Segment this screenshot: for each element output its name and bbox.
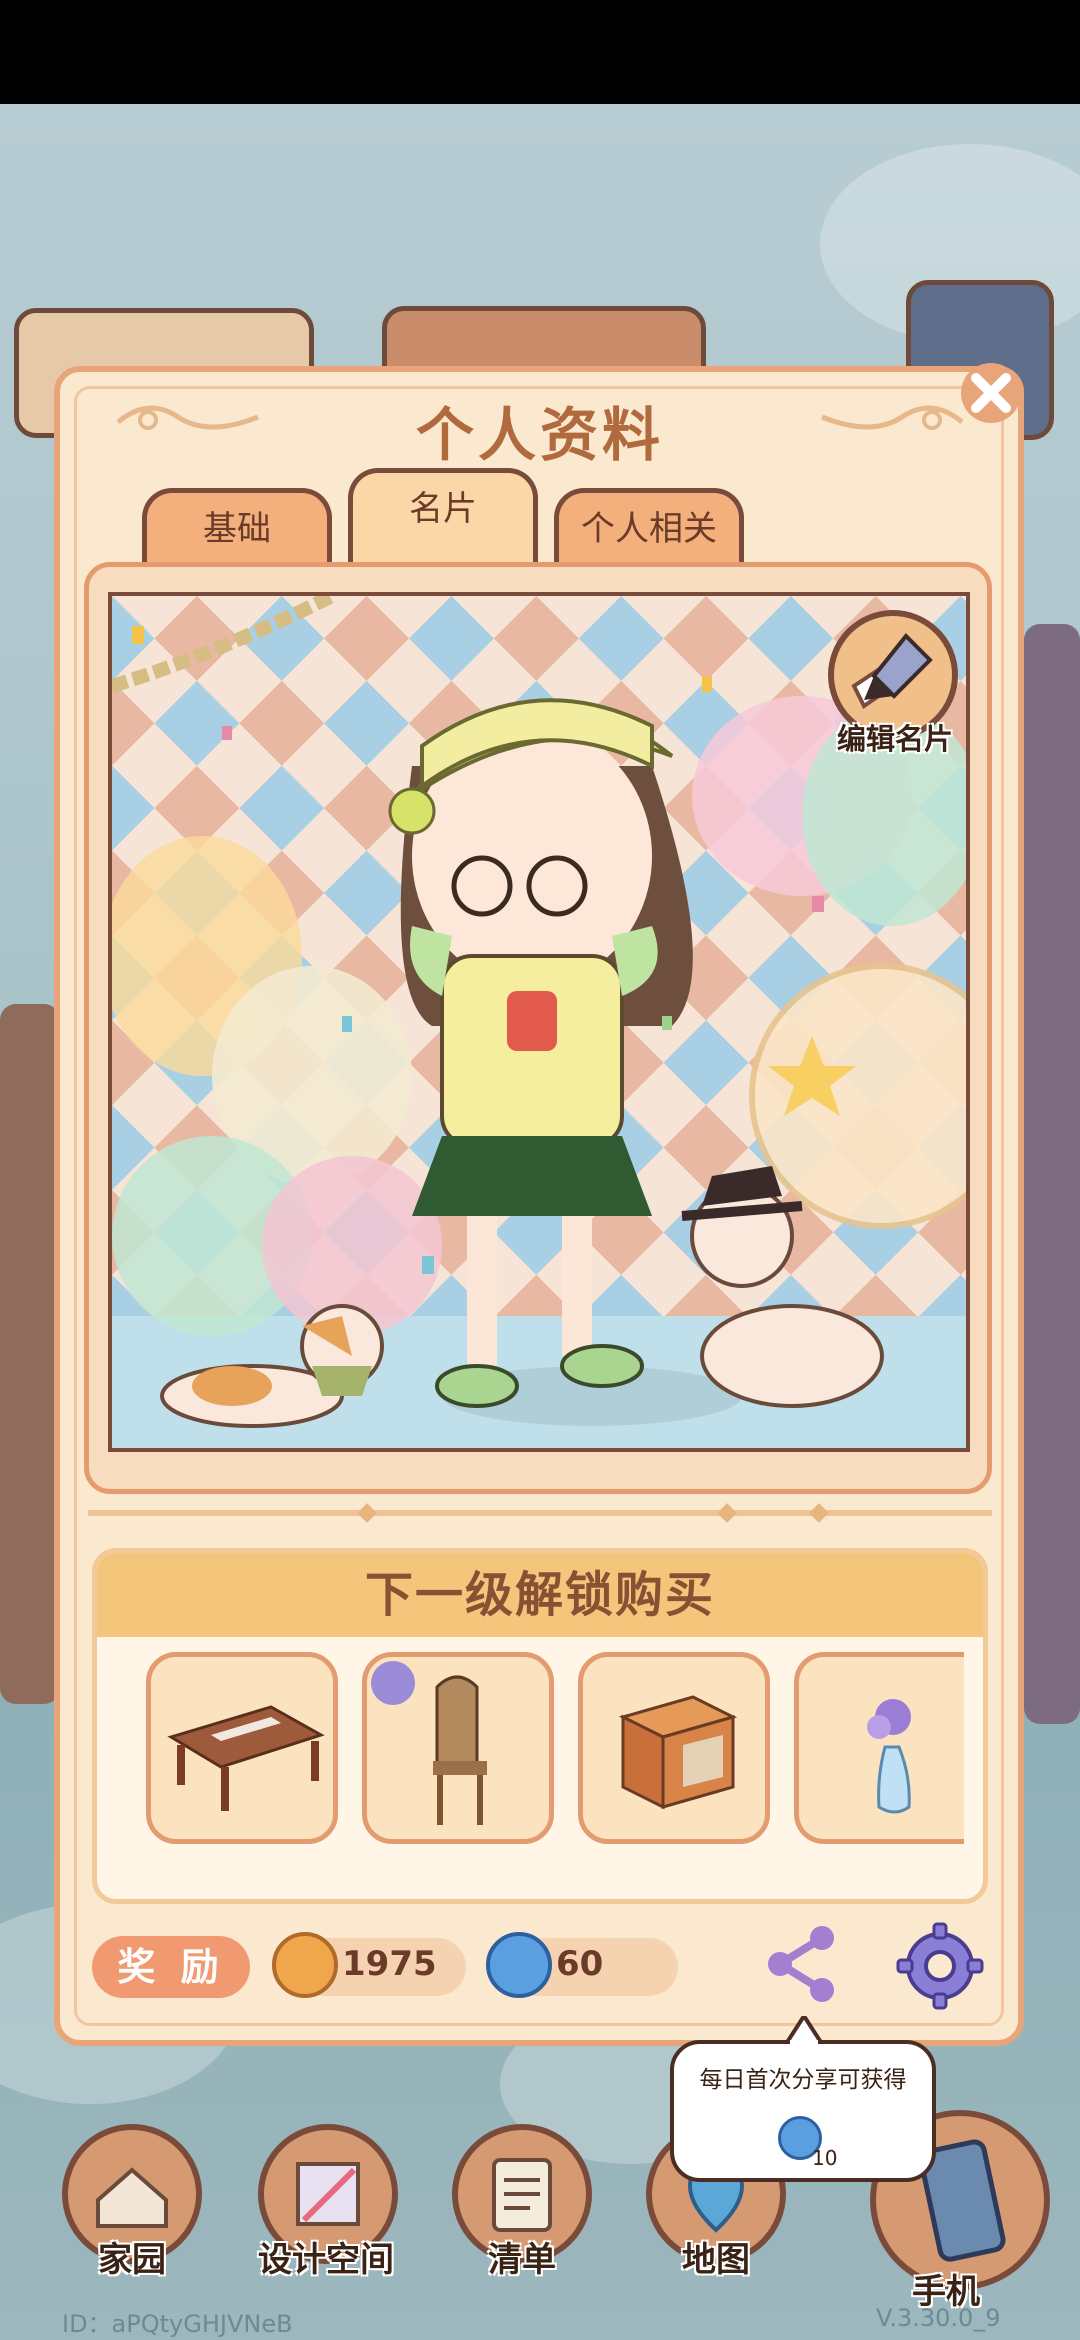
unlock-item[interactable] — [794, 1652, 964, 1844]
nav-list-label: 清单 — [488, 2240, 556, 2280]
gem-count: 60 — [556, 1944, 604, 1984]
tab-basic-label: 基础 — [203, 509, 271, 549]
side-building-left — [0, 1004, 60, 1704]
gear-icon[interactable] — [896, 1922, 984, 2010]
unlock-item[interactable] — [146, 1652, 338, 1844]
tooltip-pointer — [786, 2016, 822, 2044]
furniture-badge-icon — [371, 1661, 415, 1705]
tab-personal-label: 个人相关 — [581, 509, 717, 549]
coin-count: 1975 — [342, 1944, 437, 1984]
nav-home-label: 家园 — [98, 2240, 166, 2280]
tab-basic[interactable]: 基础 — [142, 488, 332, 566]
edit-card-label[interactable]: 编辑名片 — [820, 716, 970, 758]
close-icon[interactable] — [958, 360, 1024, 426]
tab-card[interactable]: 名片 — [348, 468, 538, 564]
table-icon — [167, 1705, 325, 1811]
swirl-gem-icon — [486, 1932, 552, 1998]
nav-design-space-label: 设计空间 — [258, 2240, 394, 2280]
cabinet-icon — [618, 1695, 738, 1810]
share-reward-text: 每日首次分享可获得 — [699, 2067, 907, 2093]
flower-vase-icon — [867, 1699, 911, 1814]
app-version: V.3.30.0_9 — [876, 2304, 1001, 2332]
tab-personal[interactable]: 个人相关 — [554, 488, 744, 566]
share-reward-amount: 10 — [812, 2146, 838, 2170]
unlock-header: 下一级解锁购买 — [97, 1553, 983, 1637]
status-bar — [0, 0, 1080, 104]
player-id: ID：aPQtyGHJVNeB — [62, 2310, 293, 2338]
share-icon[interactable] — [764, 1924, 840, 2004]
side-building-right — [1024, 624, 1080, 1724]
tab-card-label: 名片 — [409, 489, 477, 529]
nav-map-label: 地图 — [682, 2240, 750, 2280]
reward-button[interactable]: 奖 励 — [92, 1936, 250, 1998]
coin-icon — [272, 1932, 338, 1998]
unlock-item[interactable] — [362, 1652, 554, 1844]
unlock-item[interactable] — [578, 1652, 770, 1844]
section-divider — [88, 1510, 992, 1516]
page-title: 个人资料 — [415, 401, 664, 469]
